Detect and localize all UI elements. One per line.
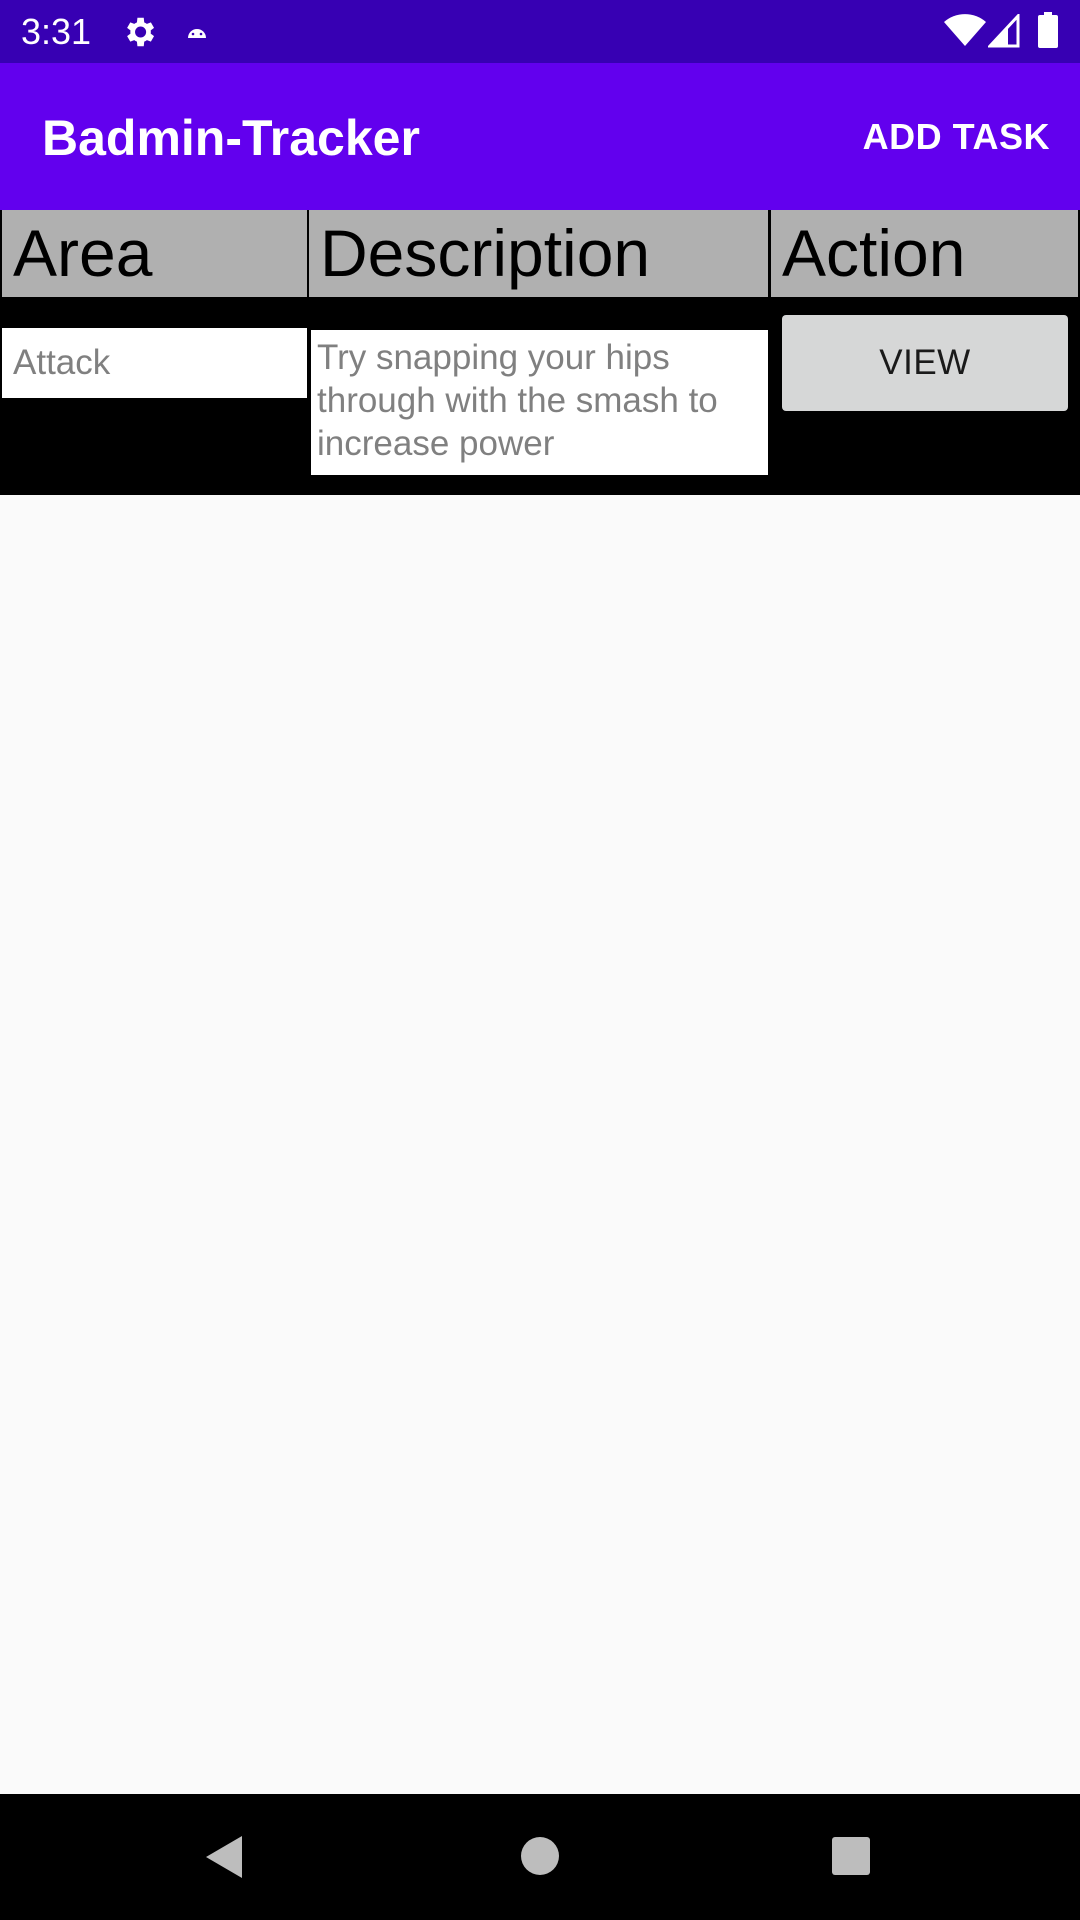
home-icon[interactable] — [520, 1836, 560, 1876]
recents-icon[interactable] — [831, 1836, 871, 1876]
signal-icon — [988, 14, 1020, 48]
header-description: Description — [309, 210, 768, 297]
screen: 3:31 Badmin-Tracker ADD TASK Area Descri… — [0, 0, 1080, 1920]
view-button[interactable]: VIEW — [782, 315, 1068, 411]
row-area-field[interactable]: Attack — [2, 328, 307, 398]
android-icon — [188, 29, 206, 38]
status-time: 3:31 — [21, 11, 92, 52]
add-task-button[interactable]: ADD TASK — [863, 115, 1050, 159]
navigation-bar — [0, 1794, 1080, 1920]
row-description-field[interactable]: Try snapping your hips through with the … — [311, 330, 768, 475]
task-table: Area Description Action Attack Try snapp… — [0, 210, 1080, 495]
app-bar: Badmin-Tracker ADD TASK — [0, 63, 1080, 210]
status-bar: 3:31 — [0, 0, 1080, 63]
app-title: Badmin-Tracker — [42, 110, 420, 166]
gear-icon — [127, 17, 155, 47]
wifi-icon — [944, 14, 986, 46]
back-icon[interactable] — [204, 1834, 244, 1880]
battery-icon — [1038, 12, 1058, 48]
header-action: Action — [771, 210, 1078, 297]
header-area: Area — [2, 210, 307, 297]
